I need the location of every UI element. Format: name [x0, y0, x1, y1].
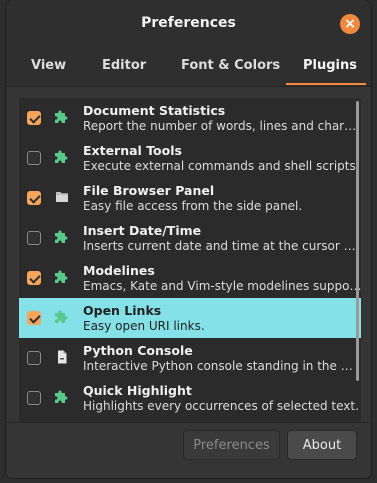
folder-icon [54, 189, 70, 205]
enable-checkbox[interactable] [27, 191, 41, 205]
titlebar: Preferences × [6, 0, 371, 46]
plugin-name: Open Links [83, 303, 162, 318]
plugin-row[interactable]: Insert Date/Time Inserts current date and… [19, 218, 361, 258]
plugin-name: Insert Date/Time [83, 223, 202, 238]
plugin-description: Easy open URI links. [83, 319, 205, 333]
plugin-description: Execute external commands and shell scri… [83, 159, 360, 173]
plugin-row[interactable]: Python Console Interactive Python console… [19, 338, 361, 378]
plugin-name: Python Console [83, 343, 193, 358]
preferences-window: Preferences × View Editor Font & Colors … [6, 0, 371, 478]
plugin-name: File Browser Panel [83, 183, 215, 198]
tab-bar: View Editor Font & Colors Plugins [6, 46, 371, 87]
about-button[interactable]: About [287, 430, 357, 460]
scrollbar[interactable] [356, 101, 359, 381]
plugin-description: Report the number of words, lines and ch… [83, 119, 357, 133]
plugin-row[interactable]: File Browser Panel Easy file access from … [19, 178, 361, 218]
plugin-name: Modelines [83, 263, 155, 278]
plugin-list: Document Statistics Report the number of … [19, 98, 361, 422]
footer: Preferences About [6, 422, 371, 478]
plugin-row[interactable]: Quick Highlight Highlights every occurren… [19, 378, 361, 418]
file-icon [54, 349, 70, 365]
plugin-description: Interactive Python console standing in t… [83, 359, 353, 373]
plugin-row[interactable]: Open Links Easy open URI links. [19, 298, 361, 338]
active-tab-indicator [286, 83, 366, 85]
plugin-name: External Tools [83, 143, 182, 158]
enable-checkbox[interactable] [27, 391, 41, 405]
plugin-description: Highlights every occurrences of selected… [83, 399, 359, 413]
enable-checkbox[interactable] [27, 151, 41, 165]
puzzle-icon [54, 269, 70, 285]
enable-checkbox[interactable] [27, 111, 41, 125]
preferences-button[interactable]: Preferences [183, 430, 280, 460]
close-icon: × [344, 16, 356, 32]
puzzle-icon [54, 149, 70, 165]
plugin-name: Quick Highlight [83, 383, 192, 398]
plugin-description: Emacs, Kate and Vim-style modelines supp… [83, 279, 361, 293]
tab-view[interactable]: View [31, 58, 66, 73]
puzzle-icon [54, 229, 70, 245]
enable-checkbox[interactable] [27, 351, 41, 365]
enable-checkbox[interactable] [27, 311, 41, 325]
tab-font-colors[interactable]: Font & Colors [181, 58, 280, 73]
plugin-description: Inserts current date and time at the cur… [83, 239, 356, 253]
window-title: Preferences [141, 15, 236, 31]
puzzle-icon [54, 109, 70, 125]
plugin-row[interactable]: Document Statistics Report the number of … [19, 98, 361, 138]
puzzle-icon [54, 309, 70, 325]
puzzle-icon [54, 389, 70, 405]
plugin-description: Easy file access from the side panel. [83, 199, 303, 213]
plugin-row[interactable]: External Tools Execute external commands … [19, 138, 361, 178]
enable-checkbox[interactable] [27, 231, 41, 245]
close-button[interactable]: × [340, 14, 360, 34]
plugin-name: Document Statistics [83, 103, 226, 118]
tab-editor[interactable]: Editor [102, 58, 146, 73]
enable-checkbox[interactable] [27, 271, 41, 285]
tab-plugins[interactable]: Plugins [303, 58, 357, 73]
plugin-row[interactable]: Modelines Emacs, Kate and Vim-style model… [19, 258, 361, 298]
